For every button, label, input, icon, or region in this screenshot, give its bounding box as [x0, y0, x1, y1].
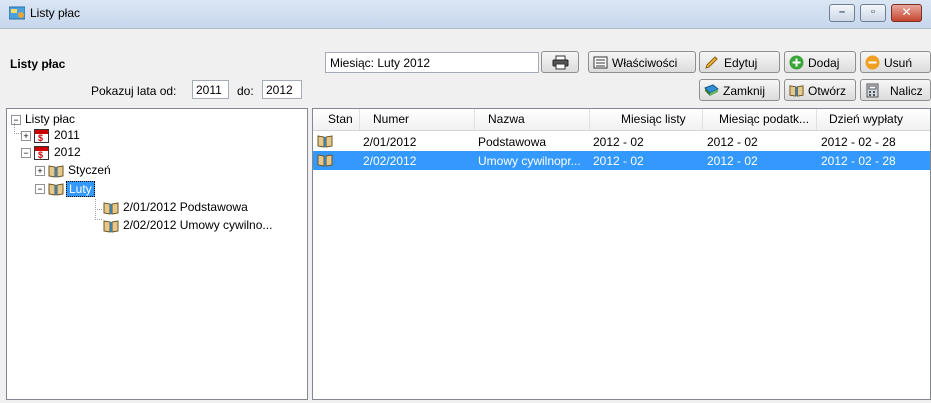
calculate-label: Nalicz — [890, 84, 923, 98]
tree-connector — [14, 123, 21, 134]
table-row[interactable]: 2/01/2012 Podstawowa 2012 - 02 2012 - 02… — [313, 132, 930, 151]
open-book-icon — [48, 183, 64, 196]
window-title: Listy płac — [30, 6, 81, 20]
maximize-button[interactable]: ▫ — [860, 4, 886, 22]
year-to-field[interactable]: 2012 — [262, 80, 302, 99]
close-list-label: Zamknij — [723, 84, 766, 98]
add-icon — [789, 55, 804, 70]
payroll-tree: − Listy płac + 2011 − 2012 + Styczeń − — [6, 108, 308, 400]
collapse-icon[interactable]: − — [35, 184, 45, 194]
cell-numer: 2/01/2012 — [363, 135, 417, 149]
remove-icon — [865, 55, 880, 70]
year-from-field[interactable]: 2011 — [192, 80, 229, 99]
calculator-icon — [866, 83, 879, 98]
open-book-icon — [317, 154, 333, 167]
grid-header: Stan Numer Nazwa Miesiąc listy Miesiąc p… — [313, 109, 930, 131]
column-divider[interactable] — [589, 109, 590, 130]
open-list-button[interactable]: Otwórz — [784, 79, 856, 101]
add-label: Dodaj — [808, 56, 840, 70]
minimize-icon: – — [838, 6, 846, 18]
column-header-miesiac-listy[interactable]: Miesiąc listy — [621, 112, 686, 126]
tree-node-label-selected: Luty — [66, 181, 95, 197]
payroll-window: Listy płac – ▫ ✕ Listy płac Pokazuj lata… — [0, 0, 931, 403]
tree-node-label: Listy płac — [25, 112, 76, 126]
cell-dzien-wyplaty: 2012 - 02 - 28 — [821, 135, 896, 149]
cell-dzien-wyplaty: 2012 - 02 - 28 — [821, 154, 896, 168]
tree-node-label: 2011 — [54, 128, 80, 142]
properties-icon — [593, 56, 608, 69]
expand-icon[interactable]: + — [35, 166, 45, 176]
open-book-icon — [103, 202, 119, 215]
collapse-icon[interactable]: − — [21, 148, 31, 158]
minimize-button[interactable]: – — [829, 4, 855, 22]
tree-connector — [95, 209, 102, 220]
tree-node-label: 2/01/2012 Podstawowa — [123, 200, 248, 214]
edit-button[interactable]: Edytuj — [699, 51, 780, 73]
column-divider[interactable] — [702, 109, 703, 130]
years-to-label: do: — [237, 84, 254, 98]
cell-miesiac-listy: 2012 - 02 — [593, 154, 644, 168]
tree-node-label: 2012 — [54, 145, 81, 159]
column-divider[interactable] — [816, 109, 817, 130]
column-header-stan[interactable]: Stan — [328, 112, 353, 126]
column-divider[interactable] — [359, 109, 360, 130]
open-book-icon — [103, 220, 119, 233]
calendar-icon — [34, 146, 49, 160]
column-header-miesiac-podatkowy[interactable]: Miesiąc podatk... — [719, 112, 809, 126]
cell-miesiac-podatkowy: 2012 - 02 — [707, 135, 758, 149]
column-header-nazwa[interactable]: Nazwa — [488, 112, 525, 126]
properties-label: Właściwości — [612, 56, 678, 70]
table-row-selected[interactable]: 2/02/2012 Umowy cywilnopr... 2012 - 02 2… — [313, 151, 930, 170]
print-button[interactable] — [541, 51, 579, 73]
delete-button[interactable]: Usuń — [860, 51, 931, 73]
calculate-button[interactable]: Nalicz — [860, 79, 931, 101]
add-button[interactable]: Dodaj — [784, 51, 856, 73]
panel-title: Listy płac — [10, 57, 66, 71]
cell-numer: 2/02/2012 — [363, 154, 417, 168]
edit-label: Edytuj — [724, 56, 758, 70]
cell-nazwa: Podstawowa — [478, 135, 547, 149]
title-bar[interactable]: Listy płac – ▫ ✕ — [0, 0, 931, 29]
close-icon: ✕ — [901, 5, 912, 19]
column-header-dzien-wyplaty[interactable]: Dzień wypłaty — [829, 112, 903, 126]
close-list-button[interactable]: Zamknij — [699, 79, 780, 101]
calendar-icon — [34, 129, 49, 143]
tree-node-label: Styczeń — [68, 163, 111, 177]
cell-miesiac-podatkowy: 2012 - 02 — [707, 154, 758, 168]
column-divider[interactable] — [474, 109, 475, 130]
years-from-label: Pokazuj lata od: — [91, 84, 177, 98]
open-list-label: Otwórz — [808, 84, 847, 98]
expand-icon[interactable]: + — [21, 131, 31, 141]
open-book-icon — [317, 135, 333, 148]
open-book-icon — [48, 165, 64, 178]
column-header-numer[interactable]: Numer — [373, 112, 409, 126]
maximize-icon: ▫ — [871, 6, 875, 18]
closed-book-icon — [704, 84, 719, 96]
cell-miesiac-listy: 2012 - 02 — [593, 135, 644, 149]
payroll-list-grid: Stan Numer Nazwa Miesiąc listy Miesiąc p… — [312, 108, 931, 400]
printer-icon — [552, 55, 569, 70]
delete-label: Usuń — [884, 56, 913, 70]
close-window-button[interactable]: ✕ — [891, 4, 922, 22]
month-field[interactable]: Miesiąc: Luty 2012 — [325, 52, 539, 73]
properties-button[interactable]: Właściwości — [588, 51, 696, 73]
payroll-window-icon — [9, 6, 25, 20]
pencil-icon — [705, 56, 718, 69]
tree-node-label: 2/02/2012 Umowy cywilno... — [123, 218, 273, 232]
open-book-icon — [789, 85, 804, 97]
cell-nazwa: Umowy cywilnopr... — [478, 154, 581, 168]
